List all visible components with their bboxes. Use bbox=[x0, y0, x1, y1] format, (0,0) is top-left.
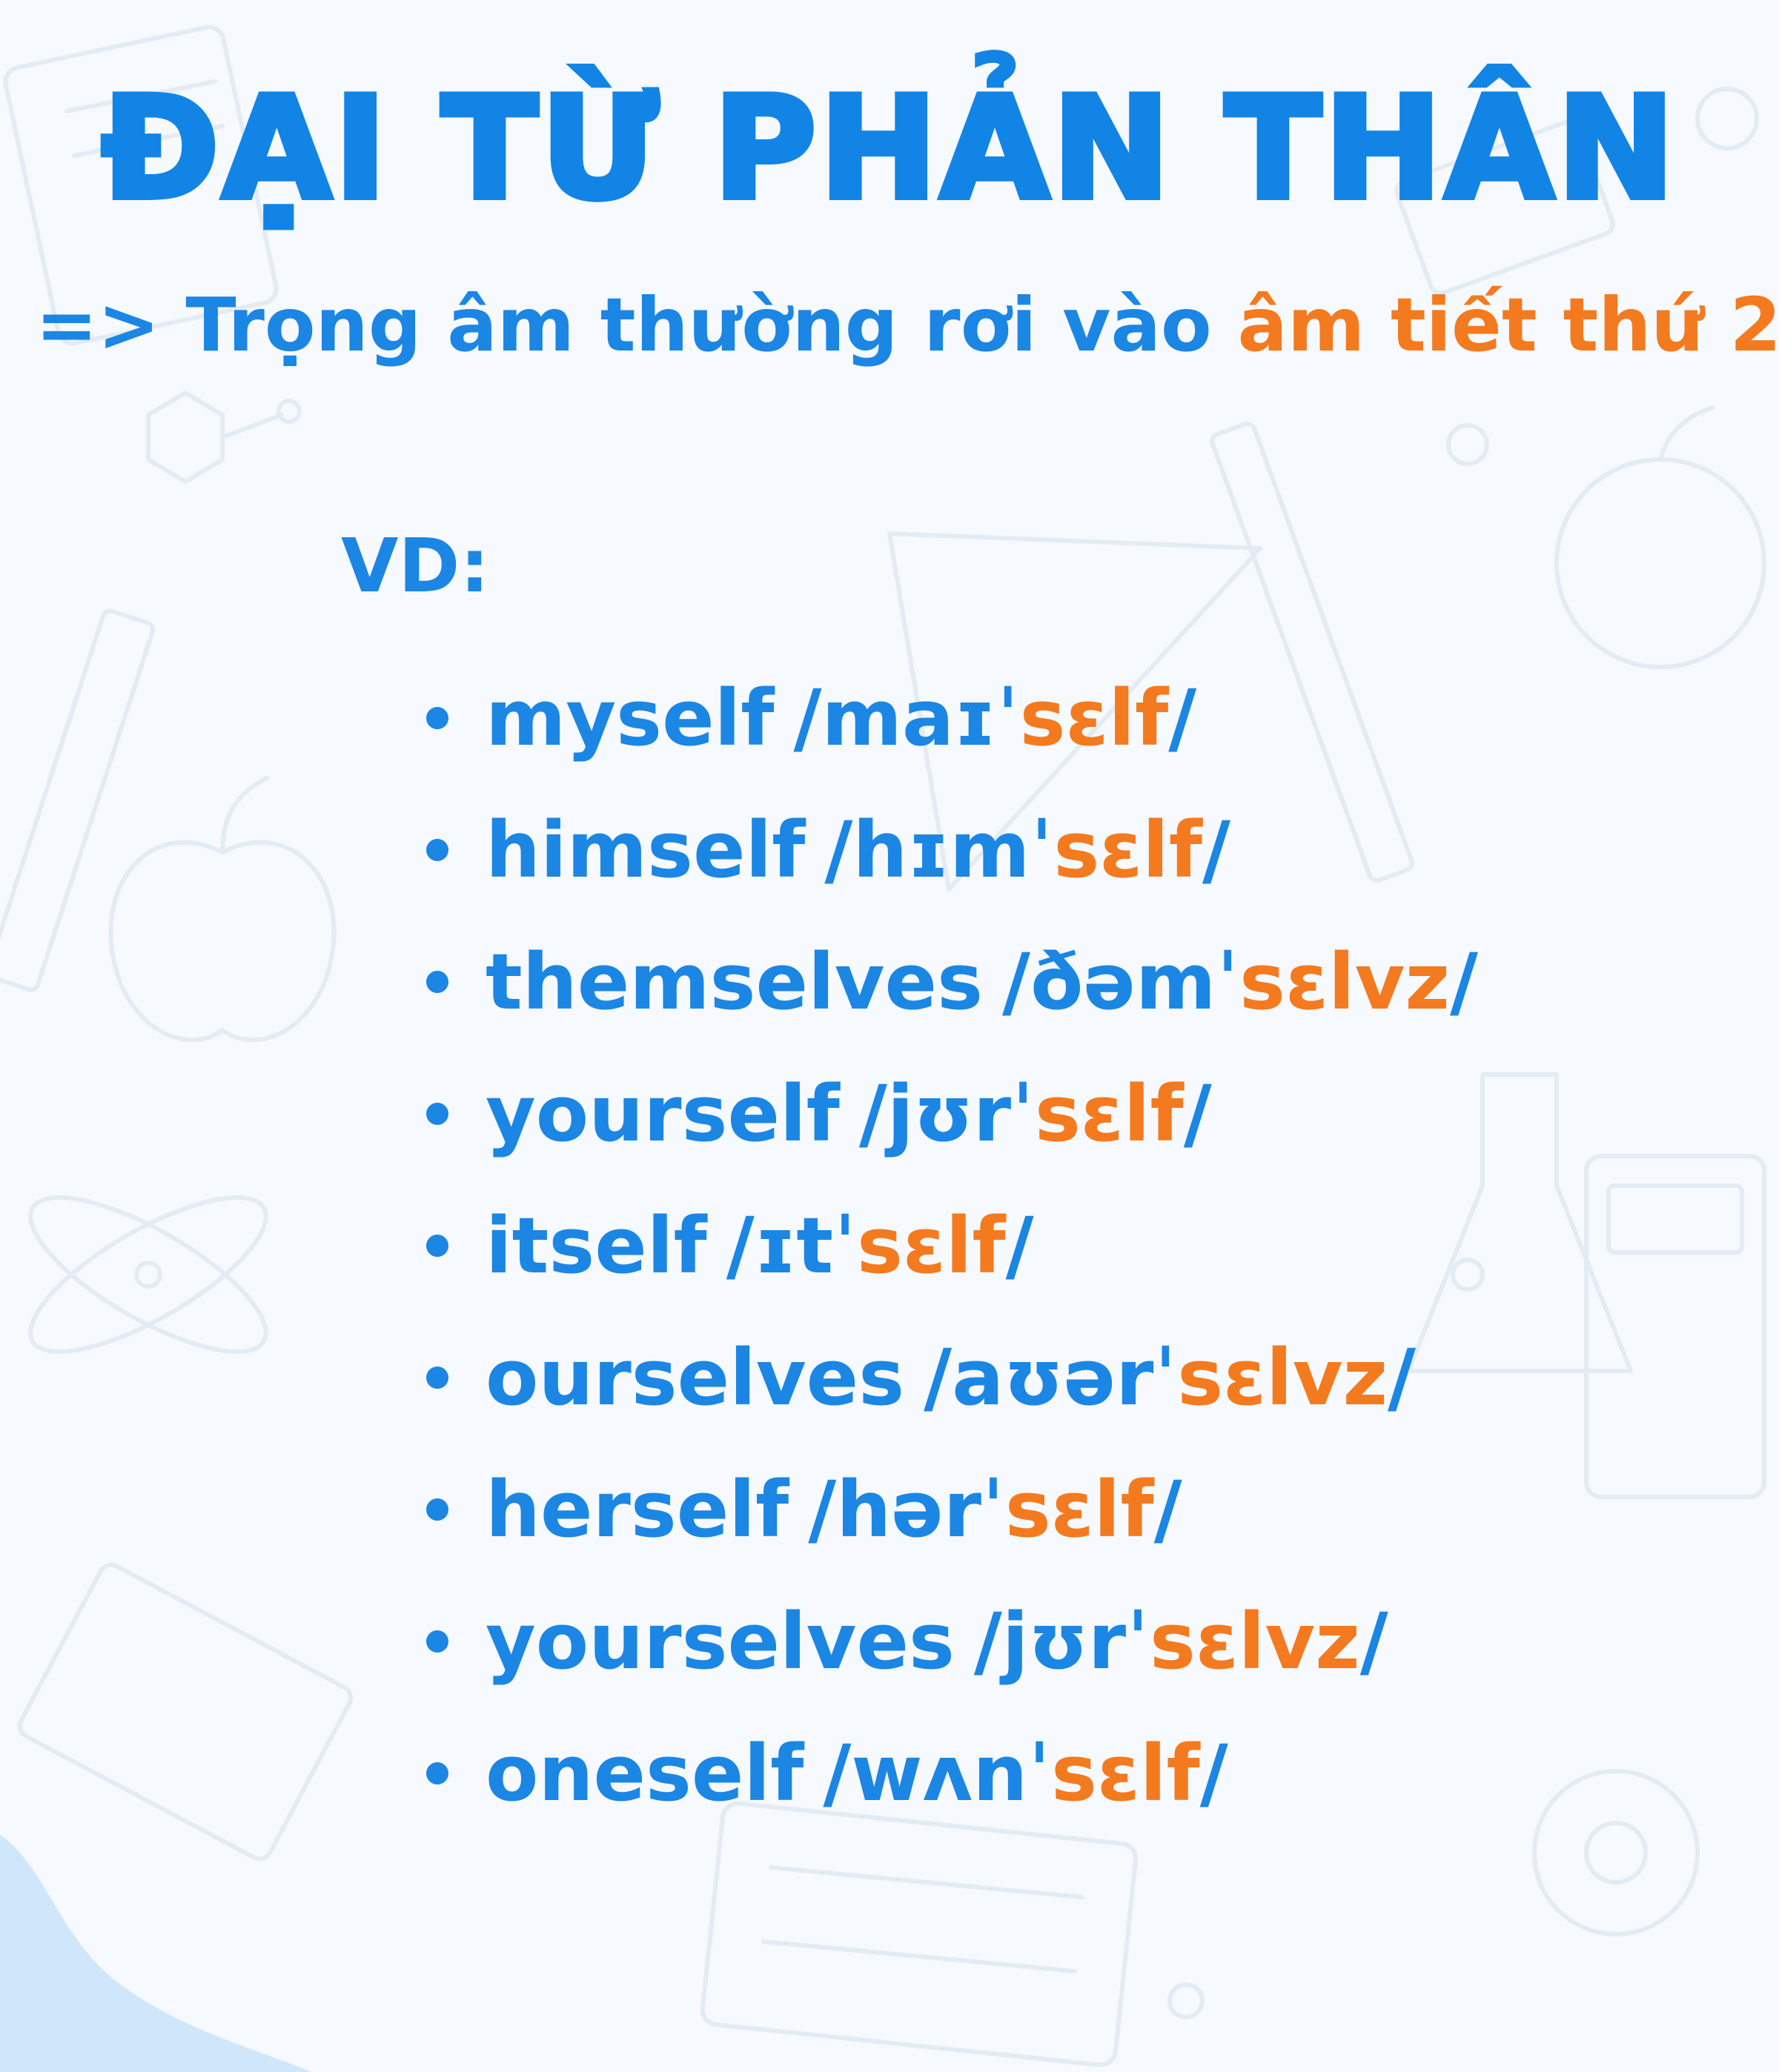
example-word: ourselves bbox=[486, 1332, 905, 1423]
list-item: ourselves /aʊərˈ sɛlvz / bbox=[426, 1312, 1478, 1444]
bullet-icon bbox=[426, 1630, 448, 1653]
ipa-stressed-syllable: sɛlf bbox=[1035, 1069, 1184, 1159]
example-word: yourself bbox=[486, 1069, 840, 1159]
ipa-end: / bbox=[1183, 1069, 1212, 1159]
ipa-start: /maɪˈ bbox=[793, 673, 1020, 763]
bullet-icon bbox=[426, 1235, 448, 1257]
ipa-start: /jʊrˈ bbox=[858, 1069, 1036, 1159]
ipa-end: / bbox=[1005, 1201, 1034, 1291]
ipa-end: / bbox=[1202, 805, 1231, 895]
ipa-stressed-syllable: sɛlf bbox=[1053, 805, 1203, 895]
ipa-start: /wʌnˈ bbox=[823, 1728, 1052, 1819]
example-word: myself bbox=[486, 673, 775, 763]
ipa-start: /ɪtˈ bbox=[726, 1201, 857, 1291]
example-word: themselves bbox=[486, 937, 983, 1027]
list-item: herself /hərˈ sɛlf / bbox=[426, 1444, 1478, 1575]
ipa-start: /hərˈ bbox=[808, 1464, 1005, 1555]
ipa-end: / bbox=[1449, 937, 1478, 1027]
ipa-start: /jʊrˈ bbox=[973, 1596, 1150, 1687]
example-list: myself /maɪˈ sɛlf / himself /hɪmˈ sɛlf / the… bbox=[426, 652, 1478, 1839]
ipa-stressed-syllable: sɛlvz bbox=[1177, 1332, 1388, 1423]
bullet-icon bbox=[426, 839, 448, 861]
ipa-stressed-syllable: sɛlvz bbox=[1150, 1596, 1360, 1687]
list-item: yourselves /jʊrˈ sɛlvz / bbox=[426, 1575, 1478, 1707]
rule-highlight: âm tiết thứ 2 bbox=[1237, 282, 1779, 368]
ipa-stressed-syllable: sɛlf bbox=[1051, 1728, 1200, 1819]
bullet-icon bbox=[426, 1367, 448, 1389]
ipa-end: / bbox=[1199, 1728, 1228, 1819]
ipa-start: /hɪmˈ bbox=[824, 805, 1054, 895]
example-word: oneself bbox=[486, 1728, 804, 1819]
bullet-icon bbox=[426, 1762, 448, 1784]
ipa-stressed-syllable: sɛlf bbox=[856, 1201, 1006, 1291]
example-word: himself bbox=[486, 805, 806, 895]
ipa-stressed-syllable: sɛlf bbox=[1019, 673, 1169, 763]
example-word: herself bbox=[486, 1464, 789, 1555]
list-item: oneself /wʌnˈ sɛlf / bbox=[426, 1707, 1478, 1839]
list-item: yourself /jʊrˈ sɛlf / bbox=[426, 1048, 1478, 1180]
ipa-stressed-syllable: sɛlvz bbox=[1239, 937, 1450, 1027]
example-word: yourselves bbox=[486, 1596, 955, 1687]
example-word: itself bbox=[486, 1201, 707, 1291]
list-item: myself /maɪˈ sɛlf / bbox=[426, 652, 1478, 784]
ipa-end: / bbox=[1168, 673, 1197, 763]
ipa-start: /ðəmˈ bbox=[1001, 937, 1240, 1027]
ipa-start: /aʊərˈ bbox=[924, 1332, 1178, 1423]
rule-prefix: => Trọng âm thường rơi vào bbox=[36, 282, 1238, 368]
list-item: themselves /ðəmˈ sɛlvz / bbox=[426, 916, 1478, 1048]
rule-subtitle: => Trọng âm thường rơi vào âm tiết thứ 2 bbox=[36, 282, 1779, 368]
bullet-icon bbox=[426, 1498, 448, 1521]
bullet-icon bbox=[426, 971, 448, 993]
list-item: himself /hɪmˈ sɛlf / bbox=[426, 784, 1478, 916]
ipa-end: / bbox=[1359, 1596, 1388, 1687]
example-label: VD: bbox=[341, 522, 490, 609]
ipa-end: / bbox=[1153, 1464, 1182, 1555]
bullet-icon bbox=[426, 1103, 448, 1125]
list-item: itself /ɪtˈ sɛlf / bbox=[426, 1180, 1478, 1312]
ipa-end: / bbox=[1388, 1332, 1417, 1423]
ipa-stressed-syllable: sɛlf bbox=[1004, 1464, 1154, 1555]
bullet-icon bbox=[426, 707, 448, 729]
page-title: ĐẠI TỪ PHẢN THÂN bbox=[99, 64, 1678, 233]
